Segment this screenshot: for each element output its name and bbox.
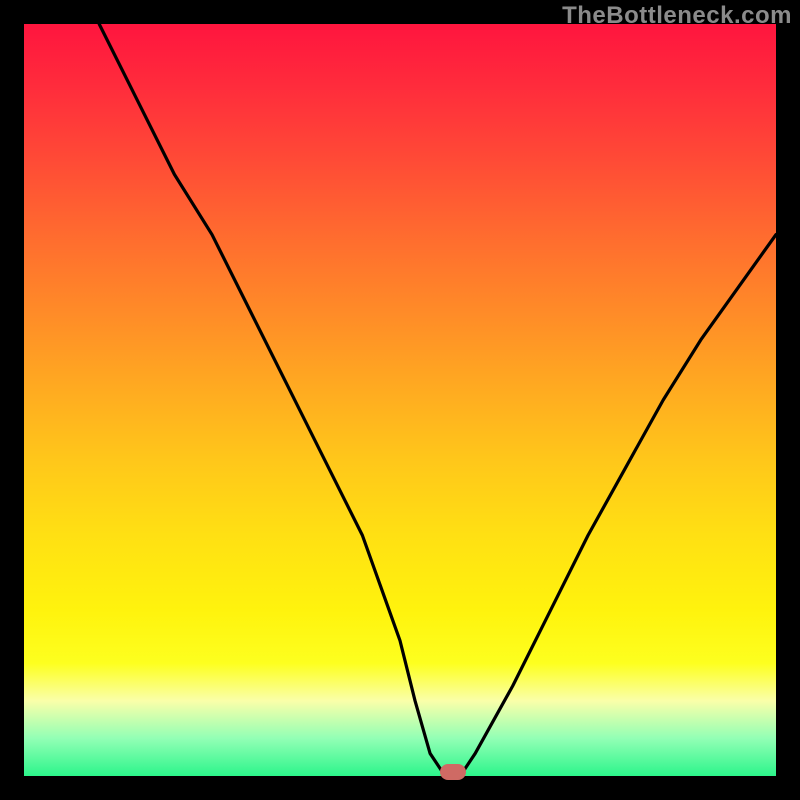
watermark-text: TheBottleneck.com <box>562 2 792 30</box>
chart-frame: TheBottleneck.com <box>0 0 800 800</box>
plot-area <box>24 24 776 776</box>
optimum-marker <box>440 764 466 780</box>
